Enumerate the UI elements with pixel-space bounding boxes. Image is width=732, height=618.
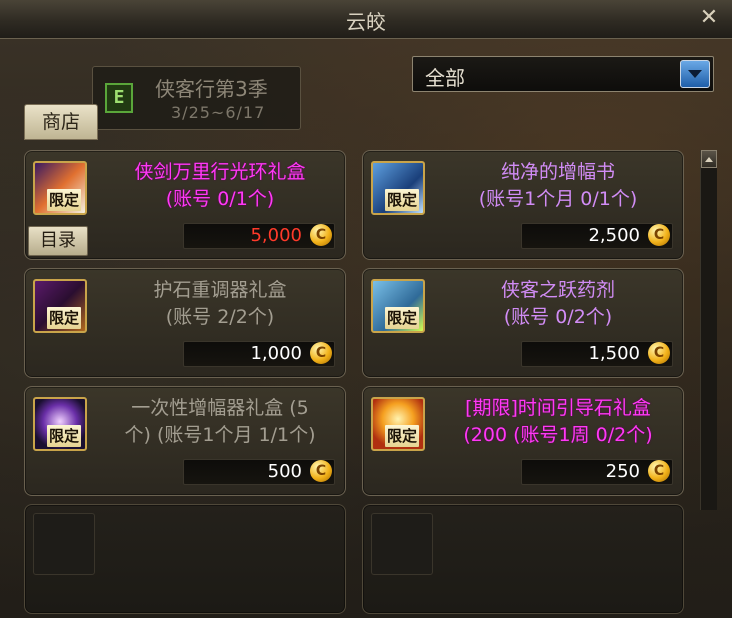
coin-icon: C — [648, 342, 670, 364]
item-name: 纯净的增幅书 (账号1个月 0/1个) — [478, 161, 638, 210]
price-box: 5,000 C — [183, 223, 335, 249]
item-name: 一次性增幅器礼盒 (5 个) (账号1个月 1/1个) — [124, 397, 316, 446]
empty-item-slot — [362, 504, 684, 614]
talisman-tuner-box-icon: 限定 — [33, 279, 87, 333]
item-price: 5,000 — [250, 225, 302, 246]
shop-item-card[interactable]: 限定 护石重调器礼盒 (账号 2/2个) 1,000 C — [24, 268, 346, 378]
price-box: 2,500 C — [521, 223, 673, 249]
disposable-amplifier-box-icon: 限定 — [33, 397, 87, 451]
price-box: 500 C — [183, 459, 335, 485]
limited-badge: 限定 — [385, 425, 420, 447]
season-event-icon: E — [105, 83, 133, 113]
shop-item-card[interactable]: 限定 一次性增幅器礼盒 (5 个) (账号1个月 1/1个) 500 C — [24, 386, 346, 496]
limited-badge: 限定 — [47, 307, 82, 329]
category-dropdown-value: 全部 — [425, 66, 465, 90]
limited-badge: 限定 — [385, 189, 420, 211]
item-price: 1,000 — [250, 343, 302, 364]
chevron-down-icon[interactable] — [680, 60, 710, 88]
shop-item-card[interactable]: 限定 [期限]时间引导石礼盒 (200 (账号1周 0/2个) 250 C — [362, 386, 684, 496]
coin-icon: C — [310, 224, 332, 246]
amplify-book-icon: 限定 — [371, 161, 425, 215]
tab-shop[interactable]: 商店 — [24, 104, 98, 140]
title-bar: 云皎 ✕ — [0, 0, 732, 39]
window-title: 云皎 — [346, 10, 386, 34]
category-dropdown[interactable]: 全部 — [412, 56, 714, 92]
price-box: 250 C — [521, 459, 673, 485]
shop-window: 云皎 ✕ E 侠客行第3季 3/25~6/17 全部 商店 限定 侠剑万里行光环… — [0, 0, 732, 618]
season-banner[interactable]: E 侠客行第3季 3/25~6/17 — [92, 66, 301, 130]
shop-item-card[interactable]: 限定 侠客之跃药剂 (账号 0/2个) 1,500 C — [362, 268, 684, 378]
coin-icon: C — [648, 224, 670, 246]
catalog-button[interactable]: 目录 — [28, 226, 88, 256]
item-name: 侠剑万里行光环礼盒 (账号 0/1个) — [134, 161, 306, 210]
price-box: 1,500 C — [521, 341, 673, 367]
season-title: 侠客行第3季 — [155, 77, 268, 101]
item-price: 2,500 — [588, 225, 640, 246]
limited-badge: 限定 — [47, 425, 82, 447]
coin-icon: C — [648, 460, 670, 482]
item-price: 250 — [605, 461, 640, 482]
shop-item-card[interactable]: 限定 纯净的增幅书 (账号1个月 0/1个) 2,500 C — [362, 150, 684, 260]
item-name: [期限]时间引导石礼盒 (200 (账号1周 0/2个) — [463, 397, 653, 446]
empty-icon-slot — [33, 513, 95, 575]
item-price: 1,500 — [588, 343, 640, 364]
price-box: 1,000 C — [183, 341, 335, 367]
sword-halo-box-icon: 限定 — [33, 161, 87, 215]
season-date: 3/25~6/17 — [171, 103, 266, 122]
time-guide-stone-box-icon: 限定 — [371, 397, 425, 451]
coin-icon: C — [310, 460, 332, 482]
limited-badge: 限定 — [385, 307, 420, 329]
close-icon[interactable]: ✕ — [696, 5, 722, 31]
item-price: 500 — [267, 461, 302, 482]
scroll-up-icon[interactable] — [701, 150, 717, 168]
item-name: 侠客之跃药剂 (账号 0/2个) — [500, 279, 615, 328]
leap-potion-icon: 限定 — [371, 279, 425, 333]
coin-icon: C — [310, 342, 332, 364]
limited-badge: 限定 — [47, 189, 82, 211]
empty-icon-slot — [371, 513, 433, 575]
empty-item-slot — [24, 504, 346, 614]
item-name: 护石重调器礼盒 (账号 2/2个) — [153, 279, 287, 328]
scrollbar[interactable] — [700, 150, 717, 510]
